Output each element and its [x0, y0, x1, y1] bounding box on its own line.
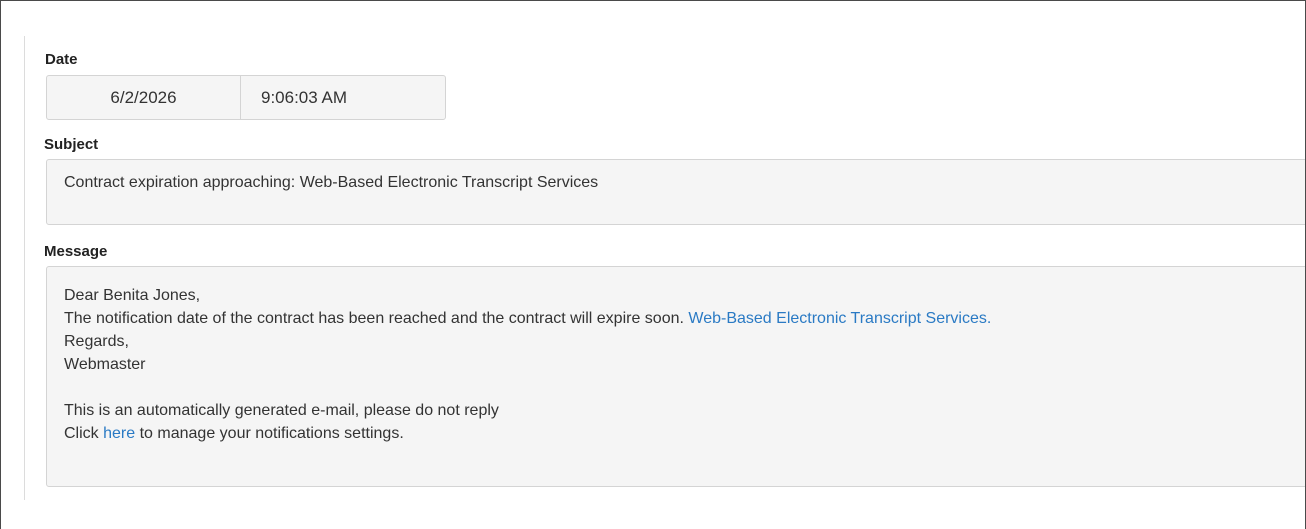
contract-link[interactable]: Web-Based Electronic Transcript Services…	[688, 310, 991, 327]
click-prefix: Click	[64, 425, 99, 442]
settings-line: Click here to manage your notifications …	[64, 422, 1305, 445]
time-value: 9:06:03 AM	[261, 87, 348, 107]
message-label: Message	[44, 243, 108, 260]
signature-line: Webmaster	[64, 356, 146, 373]
click-suffix: to manage your notifications settings.	[139, 425, 404, 442]
body-text: The notification date of the contract ha…	[64, 310, 684, 327]
regards-line: Regards,	[64, 333, 129, 350]
subject-label: Subject	[44, 136, 99, 153]
notification-detail-panel: Date 6/2/2026 9:06:03 AM Subject Contrac…	[24, 36, 1305, 500]
subject-field: Contract expiration approaching: Web-Bas…	[46, 159, 1305, 225]
subject-value: Contract expiration approaching: Web-Bas…	[64, 174, 599, 191]
manage-settings-link[interactable]: here	[103, 425, 135, 442]
auto-notice-line: This is an automatically generated e-mai…	[64, 402, 499, 419]
greeting-line: Dear Benita Jones,	[64, 287, 201, 304]
date-label: Date	[45, 51, 78, 68]
date-time-display: 6/2/2026 9:06:03 AM	[46, 75, 446, 120]
date-value: 6/2/2026	[47, 76, 241, 119]
notification-window: Date 6/2/2026 9:06:03 AM Subject Contrac…	[0, 0, 1306, 529]
message-body: Dear Benita Jones, The notification date…	[46, 266, 1305, 487]
body-line: The notification date of the contract ha…	[64, 307, 1305, 330]
